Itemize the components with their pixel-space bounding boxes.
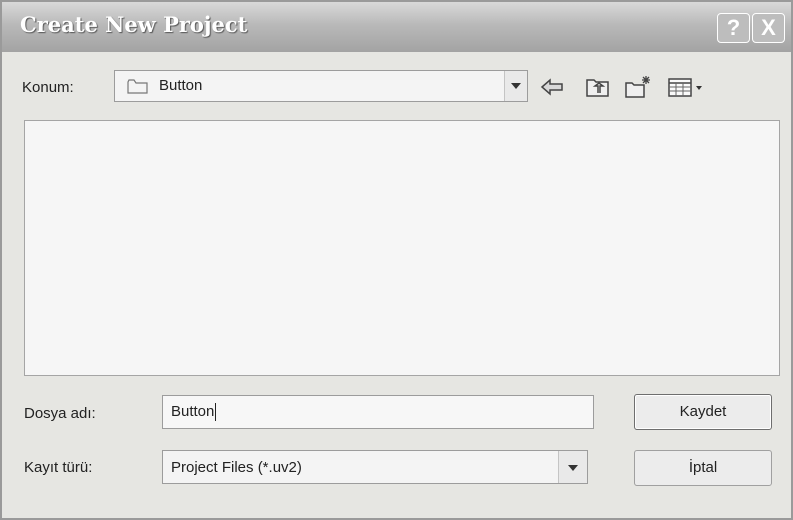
look-in-label: Konum: bbox=[22, 79, 74, 96]
back-arrow-icon bbox=[540, 78, 563, 96]
view-menu-icon bbox=[668, 78, 702, 97]
file-type-label: Kayıt türü: bbox=[24, 459, 93, 476]
file-name-input[interactable]: Button bbox=[162, 395, 594, 429]
new-folder-icon bbox=[625, 76, 650, 98]
file-name-label: Dosya adı: bbox=[24, 405, 96, 422]
text-caret bbox=[215, 403, 217, 422]
cancel-button[interactable]: İptal bbox=[634, 450, 772, 486]
folder-icon bbox=[127, 79, 148, 94]
look-in-dropdown-button[interactable] bbox=[504, 71, 527, 101]
file-name-value: Button bbox=[171, 403, 215, 420]
save-button[interactable]: Kaydet bbox=[634, 394, 772, 430]
look-in-dropdown[interactable]: Button bbox=[114, 70, 528, 102]
view-menu-button[interactable] bbox=[666, 74, 712, 100]
up-folder-icon bbox=[586, 79, 609, 97]
title-bar[interactable]: Create New Project ? X bbox=[2, 2, 791, 52]
help-button[interactable]: ? bbox=[717, 13, 750, 43]
file-list-area[interactable] bbox=[24, 120, 780, 376]
up-one-level-button[interactable] bbox=[584, 74, 612, 100]
file-type-dropdown[interactable]: Project Files (*.uv2) bbox=[162, 450, 588, 484]
dialog-title: Create New Project bbox=[20, 12, 248, 37]
chevron-down-icon bbox=[568, 465, 578, 471]
close-button[interactable]: X bbox=[752, 13, 785, 43]
file-type-dropdown-button[interactable] bbox=[558, 451, 587, 483]
file-type-value: Project Files (*.uv2) bbox=[171, 459, 302, 476]
chevron-down-icon bbox=[511, 83, 521, 89]
back-button[interactable] bbox=[538, 74, 566, 100]
create-project-dialog: Create New Project ? X Konum: Button Dos… bbox=[0, 0, 793, 520]
look-in-value: Button bbox=[159, 77, 203, 94]
new-folder-button[interactable] bbox=[624, 74, 652, 100]
